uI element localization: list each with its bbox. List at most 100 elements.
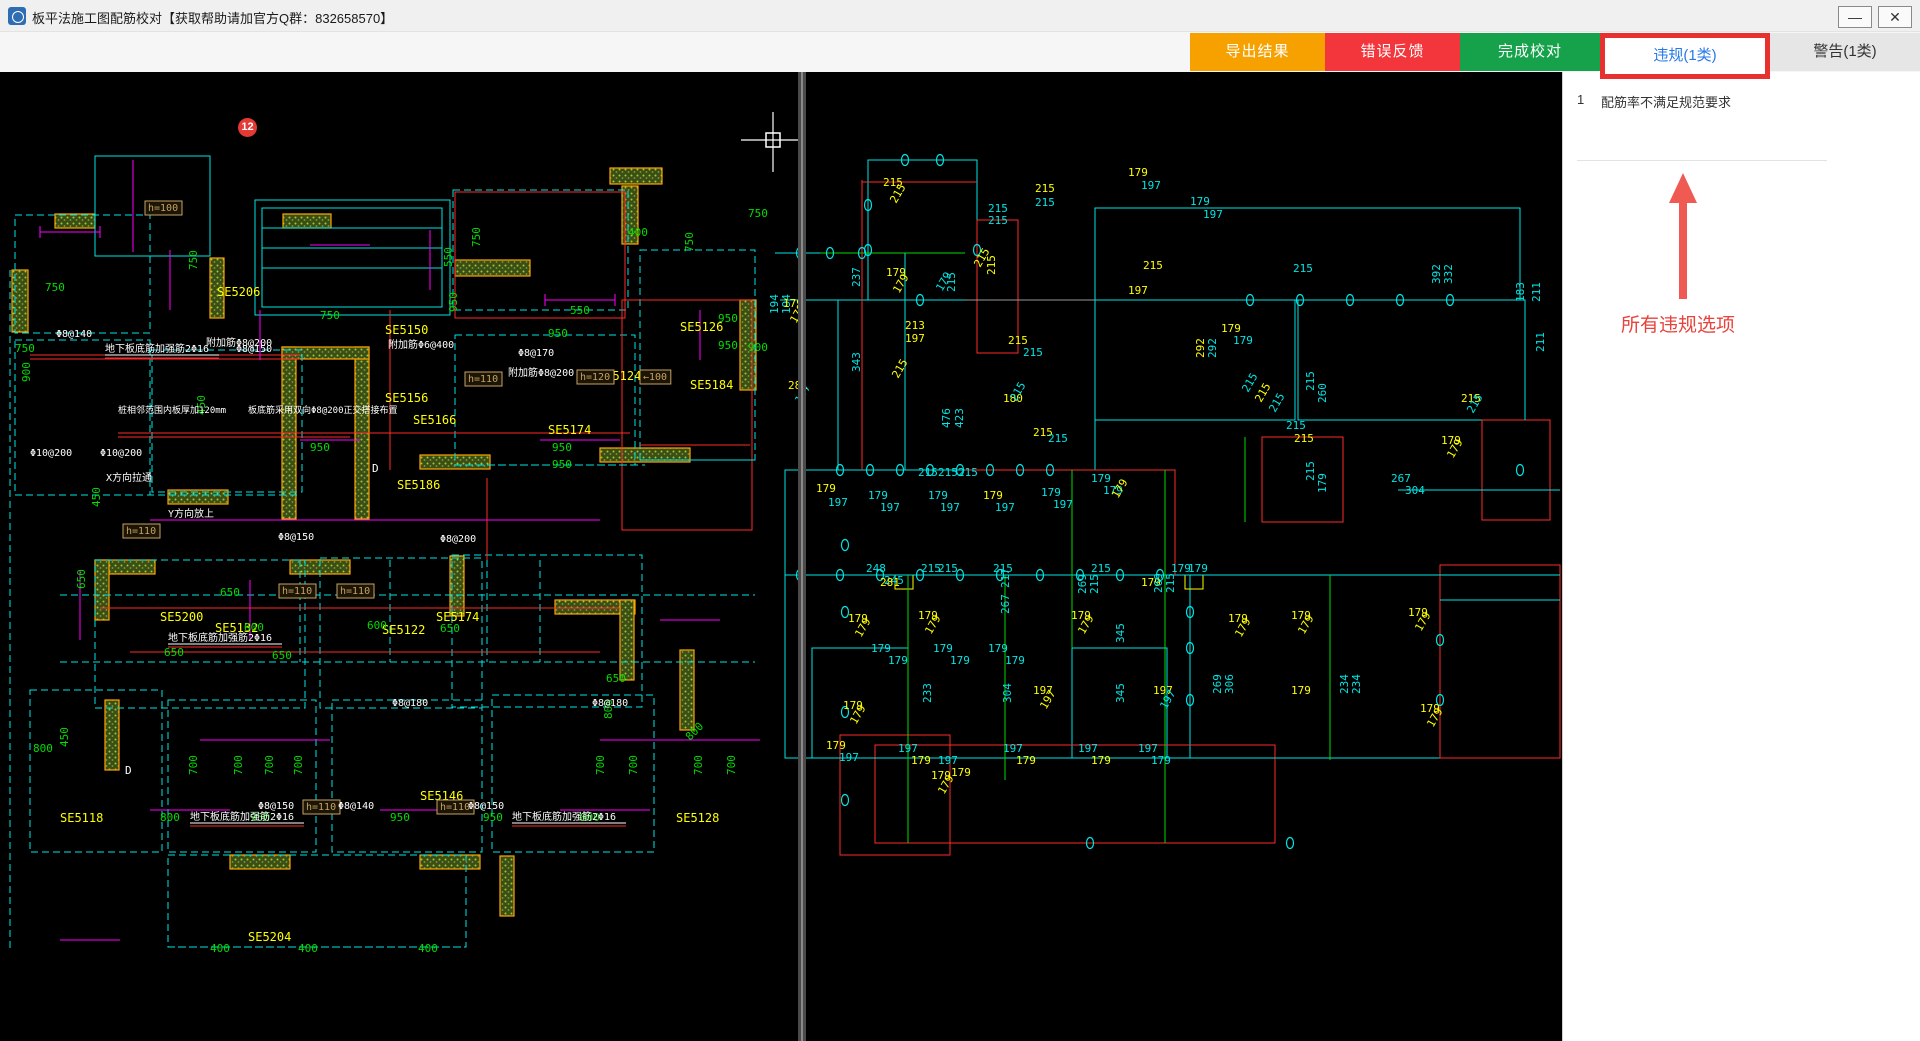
svg-text:179: 179 <box>1151 754 1171 767</box>
svg-text:400: 400 <box>628 226 648 239</box>
svg-text:343: 343 <box>850 352 863 372</box>
svg-text:179: 179 <box>1016 754 1036 767</box>
svg-text:215: 215 <box>1304 371 1317 391</box>
svg-text:650: 650 <box>606 672 626 685</box>
svg-text:233: 233 <box>921 683 934 703</box>
svg-text:179: 179 <box>1291 684 1311 697</box>
svg-text:179: 179 <box>1233 334 1253 347</box>
close-button[interactable]: ✕ <box>1878 6 1912 28</box>
violation-list-item[interactable]: 1 配筋率不满足规范要求 12 <box>238 72 1920 137</box>
svg-text:197: 197 <box>1128 284 1148 297</box>
svg-text:292: 292 <box>1206 338 1219 358</box>
svg-text:197: 197 <box>905 332 925 345</box>
svg-text:215: 215 <box>985 255 998 275</box>
svg-text:197: 197 <box>839 751 859 764</box>
svg-text:197: 197 <box>880 501 900 514</box>
svg-text:h=110: h=110 <box>340 586 370 597</box>
svg-text:950: 950 <box>552 458 572 471</box>
svg-text:700: 700 <box>292 755 305 775</box>
svg-text:215: 215 <box>1143 259 1163 272</box>
svg-text:h=110: h=110 <box>440 802 470 813</box>
svg-text:Φ8@140: Φ8@140 <box>338 801 374 812</box>
cad-canvas[interactable]: SE5206 SE5150 SE5156 SE5166 SE5186 SE5126 SE51… <box>0 72 1562 1041</box>
svg-text:900: 900 <box>748 341 768 354</box>
svg-text:SE5186: SE5186 <box>397 478 440 492</box>
svg-text:400: 400 <box>298 942 318 955</box>
svg-text:Φ8@140: Φ8@140 <box>56 329 92 340</box>
error-feedback-button[interactable]: 错误反馈 <box>1325 33 1460 71</box>
cad-drawing: SE5206 SE5150 SE5156 SE5166 SE5186 SE5126 SE51… <box>0 72 1562 1041</box>
svg-text:650: 650 <box>272 649 292 662</box>
svg-text:750: 750 <box>320 309 340 322</box>
svg-text:地下板底筋加强筋2Φ16: 地下板底筋加强筋2Φ16 <box>512 810 616 823</box>
svg-text:179: 179 <box>950 654 970 667</box>
violation-text: 配筋率不满足规范要求 <box>1601 95 1732 110</box>
svg-text:179: 179 <box>911 754 931 767</box>
sidebar-divider <box>1577 160 1827 161</box>
svg-text:215: 215 <box>945 272 958 292</box>
svg-text:750: 750 <box>15 342 35 355</box>
svg-text:h=100: h=100 <box>148 203 178 214</box>
finish-check-button[interactable]: 完成校对 <box>1460 33 1600 71</box>
svg-text:←100: ←100 <box>643 372 667 383</box>
annotation-label: 所有违规选项 <box>1621 315 1736 336</box>
svg-text:197: 197 <box>828 496 848 509</box>
minimize-button[interactable]: — <box>1838 6 1872 28</box>
violations-sidebar: 1 配筋率不满足规范要求 12 所有违规选项 <box>238 72 1920 1041</box>
svg-text:650: 650 <box>220 586 240 599</box>
svg-text:213: 213 <box>905 319 925 332</box>
tab-violations[interactable]: 违规(1类) <box>1600 33 1770 79</box>
svg-text:950: 950 <box>718 339 738 352</box>
svg-text:地下板底筋加强筋2Φ16: 地下板底筋加强筋2Φ16 <box>105 342 209 355</box>
svg-text:423: 423 <box>953 408 966 428</box>
svg-text:234: 234 <box>1350 674 1363 694</box>
svg-text:SE5128: SE5128 <box>676 811 719 825</box>
svg-text:215: 215 <box>1294 432 1314 445</box>
svg-text:476: 476 <box>940 408 953 428</box>
svg-text:SE5206: SE5206 <box>217 285 260 299</box>
svg-text:800: 800 <box>160 811 180 824</box>
svg-text:304: 304 <box>1405 484 1425 497</box>
window-title: 板平法施工图配筋校对【获取帮助请加官方Q群：832658570】 <box>32 11 394 26</box>
svg-text:950: 950 <box>447 292 460 312</box>
svg-text:179: 179 <box>1091 754 1111 767</box>
svg-text:215: 215 <box>1088 574 1101 594</box>
svg-text:SE5156: SE5156 <box>385 391 428 405</box>
red-arrow-up-icon <box>1669 173 1697 299</box>
svg-text:215: 215 <box>938 466 958 479</box>
svg-text:179: 179 <box>816 482 836 495</box>
svg-text:SE5150: SE5150 <box>385 323 428 337</box>
svg-text:SE5118: SE5118 <box>60 811 103 825</box>
svg-text:h=110: h=110 <box>306 802 336 813</box>
svg-text:地下板底筋加强筋2Φ16: 地下板底筋加强筋2Φ16 <box>168 631 272 644</box>
svg-text:h=120: h=120 <box>580 372 610 383</box>
svg-text:650: 650 <box>164 646 184 659</box>
svg-text:304: 304 <box>1001 683 1014 703</box>
svg-text:450: 450 <box>90 487 103 507</box>
svg-text:h=110: h=110 <box>126 526 156 537</box>
svg-text:900: 900 <box>20 362 33 382</box>
svg-text:260: 260 <box>1316 383 1329 403</box>
svg-text:345: 345 <box>1114 683 1127 703</box>
svg-text:950: 950 <box>552 441 572 454</box>
svg-text:197: 197 <box>940 501 960 514</box>
svg-text:650: 650 <box>75 569 88 589</box>
svg-text:197: 197 <box>1203 208 1223 221</box>
svg-text:950: 950 <box>483 811 503 824</box>
tab-warnings[interactable]: 警告(1类) <box>1770 33 1920 71</box>
svg-text:Φ10@200: Φ10@200 <box>30 448 72 459</box>
svg-text:650: 650 <box>440 622 460 635</box>
svg-text:SE5122: SE5122 <box>382 623 425 637</box>
svg-text:950: 950 <box>390 811 410 824</box>
svg-text:桩相邻范围内板厚加120mm: 桩相邻范围内板厚加120mm <box>118 404 226 416</box>
svg-text:950: 950 <box>718 312 738 325</box>
panel-divider[interactable] <box>798 72 806 1041</box>
export-results-button[interactable]: 导出结果 <box>1190 33 1325 71</box>
svg-text:700: 700 <box>725 755 738 775</box>
svg-text:Φ8@150: Φ8@150 <box>468 801 504 812</box>
svg-text:450: 450 <box>58 727 71 747</box>
svg-text:Φ8@200: Φ8@200 <box>440 534 476 545</box>
svg-text:211: 211 <box>1534 332 1547 352</box>
svg-text:217: 217 <box>999 568 1012 588</box>
svg-text:179: 179 <box>1005 654 1025 667</box>
